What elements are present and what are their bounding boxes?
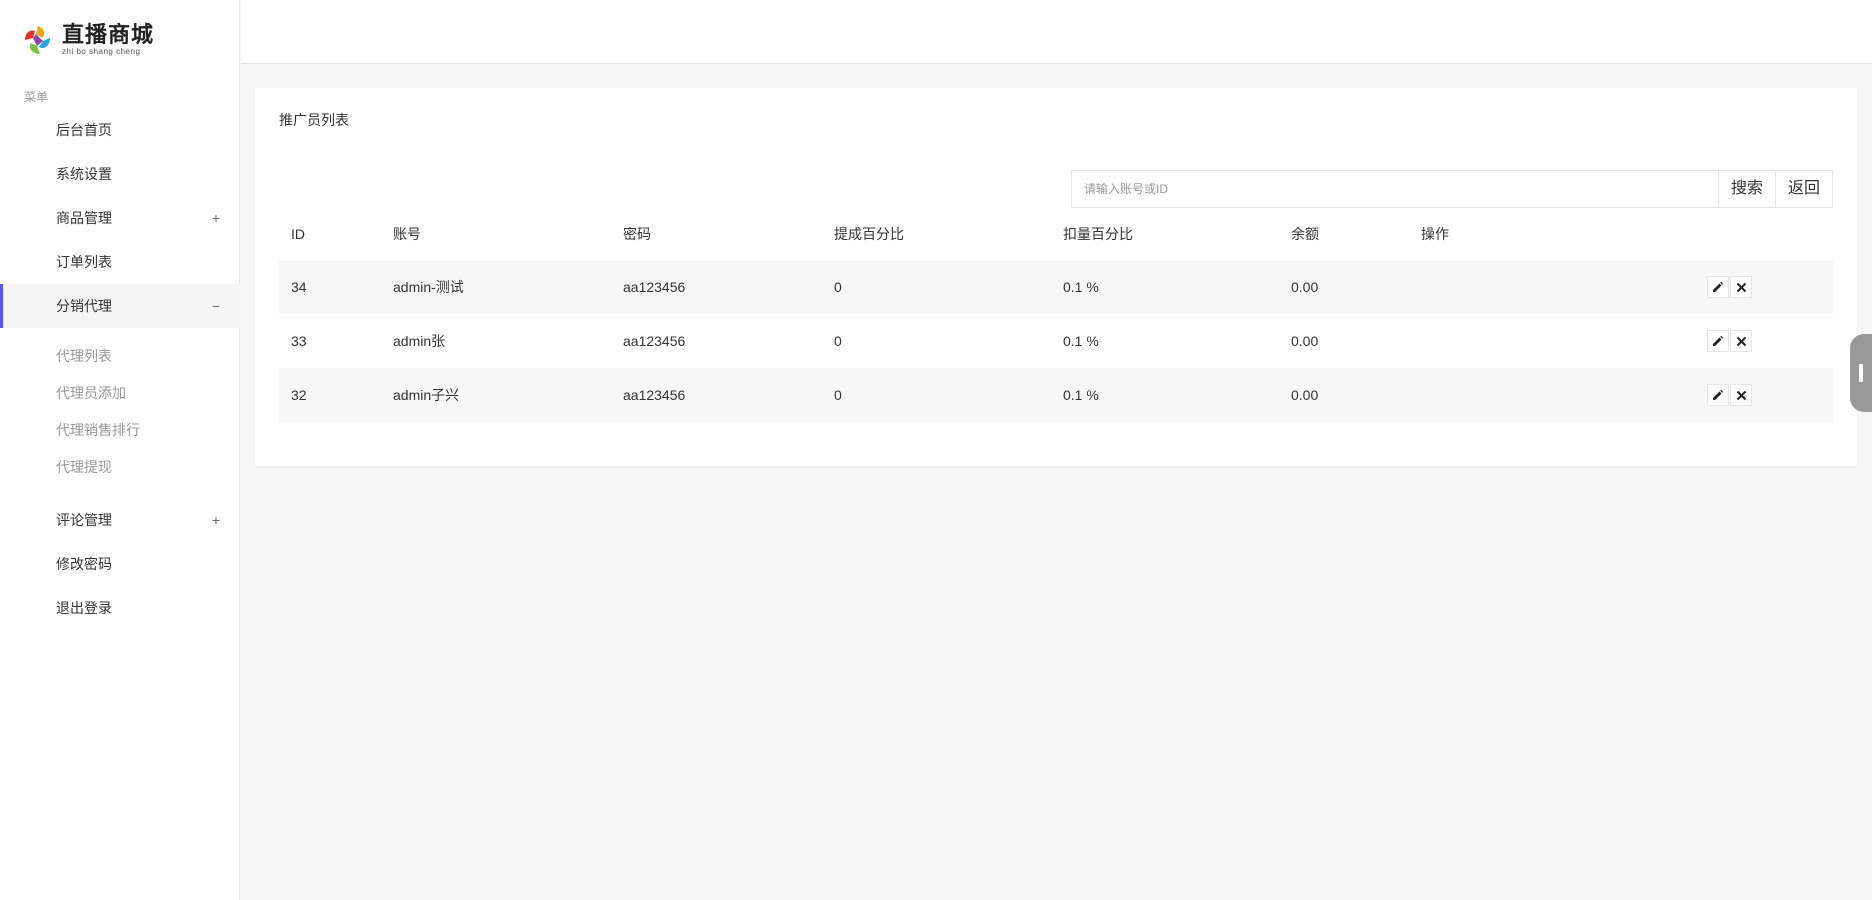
sidebar-item-label: 分销代理 [56,298,112,314]
logo[interactable]: 直播商城 zhi bo shang cheng [20,18,154,62]
cell-deduction: 0.1 % [1063,333,1099,349]
sidebar-item-change-password[interactable]: 修改密码 [0,542,240,586]
pencil-icon [1713,335,1724,346]
delete-button[interactable] [1730,330,1752,352]
logo-icon [20,22,56,58]
cell-balance: 0.00 [1291,333,1319,349]
cell-commission: 0 [834,387,842,403]
sidebar-item-distribution[interactable]: 分销代理 − [0,284,240,328]
delete-button[interactable] [1730,276,1752,298]
pencil-icon [1713,389,1724,400]
search-input[interactable] [1072,171,1718,207]
brand-subtitle: zhi bo shang cheng [62,47,141,56]
sidebar-subitem-agent-withdraw[interactable]: 代理提现 [0,449,240,486]
cell-commission: 0 [834,279,842,295]
sidebar-submenu: 代理列表 代理员添加 代理销售排行 代理提现 [0,328,240,498]
sidebar-item-system-settings[interactable]: 系统设置 [0,152,240,196]
column-header-balance: 余额 [1291,226,1319,242]
column-header-account: 账号 [393,226,421,242]
cell-account: admin子兴 [393,387,460,403]
sidebar: 直播商城 zhi bo shang cheng 菜单 后台首页 系统设置 商品管… [0,0,240,900]
cell-password: aa123456 [623,387,686,403]
sidebar-subitem-agent-list[interactable]: 代理列表 [0,338,240,375]
cell-password: aa123456 [623,333,686,349]
sidebar-item-comments[interactable]: 评论管理 + [0,498,240,542]
promoter-list-card: 推广员列表 搜索 返回 ID 账号 密码 提成百分比 扣量百分比 余额 操作 3… [255,88,1857,466]
grip-icon [1859,364,1863,382]
sidebar-item-label: 修改密码 [56,556,112,572]
expand-icon[interactable]: + [212,196,220,240]
table-row: 32 admin子兴 aa123456 0 0.1 % 0.00 [279,368,1833,422]
back-button[interactable]: 返回 [1775,171,1833,207]
sidebar-item-label: 商品管理 [56,210,112,226]
cell-id: 32 [291,387,307,403]
search-button[interactable]: 搜索 [1718,171,1776,207]
pencil-icon [1713,281,1724,292]
row-actions [1707,276,1752,298]
cell-account: admin张 [393,333,446,349]
row-actions [1707,330,1752,352]
cell-deduction: 0.1 % [1063,387,1099,403]
table-header: ID 账号 密码 提成百分比 扣量百分比 余额 操作 [279,208,1833,260]
sidebar-item-label: 退出登录 [56,600,112,616]
column-header-commission: 提成百分比 [834,226,904,242]
promoter-table: ID 账号 密码 提成百分比 扣量百分比 余额 操作 34 admin-测试 a… [279,208,1833,422]
table-row: 34 admin-测试 aa123456 0 0.1 % 0.00 [279,260,1833,314]
cell-password: aa123456 [623,279,686,295]
brand-title: 直播商城 [62,22,155,48]
close-icon [1736,336,1746,346]
top-bar [241,0,1872,64]
cell-id: 33 [291,333,307,349]
collapse-icon[interactable]: − [212,284,220,328]
table-row: 33 admin张 aa123456 0 0.1 % 0.00 [279,314,1833,368]
close-icon [1736,390,1746,400]
edit-button[interactable] [1707,276,1729,298]
search-bar: 搜索 返回 [1071,170,1834,208]
row-actions [1707,384,1752,406]
cell-id: 34 [291,279,307,295]
sidebar-item-logout[interactable]: 退出登录 [0,586,240,630]
side-panel-handle[interactable] [1850,334,1872,412]
sidebar-subitem-add-agent[interactable]: 代理员添加 [0,375,240,412]
column-header-actions: 操作 [1421,226,1449,242]
column-header-password: 密码 [623,226,651,242]
cell-balance: 0.00 [1291,279,1319,295]
sidebar-item-dashboard[interactable]: 后台首页 [0,108,240,152]
sidebar-subitem-agent-ranking[interactable]: 代理销售排行 [0,412,240,449]
sidebar-item-label: 后台首页 [56,122,112,138]
menu-caption: 菜单 [24,90,49,104]
sidebar-item-label: 评论管理 [56,512,112,528]
sidebar-item-label: 系统设置 [56,166,112,182]
expand-icon[interactable]: + [212,498,220,542]
sidebar-item-label: 订单列表 [56,254,112,270]
cell-account: admin-测试 [393,279,464,295]
page-title: 推广员列表 [279,112,349,128]
delete-button[interactable] [1730,384,1752,406]
sidebar-nav: 后台首页 系统设置 商品管理 + 订单列表 分销代理 − 代理列表 代理员添加 … [0,108,240,630]
sidebar-item-products[interactable]: 商品管理 + [0,196,240,240]
cell-deduction: 0.1 % [1063,279,1099,295]
column-header-deduction: 扣量百分比 [1063,226,1133,242]
edit-button[interactable] [1707,330,1729,352]
sidebar-item-orders[interactable]: 订单列表 [0,240,240,284]
column-header-id: ID [291,226,305,242]
cell-commission: 0 [834,333,842,349]
edit-button[interactable] [1707,384,1729,406]
cell-balance: 0.00 [1291,387,1319,403]
close-icon [1736,282,1746,292]
